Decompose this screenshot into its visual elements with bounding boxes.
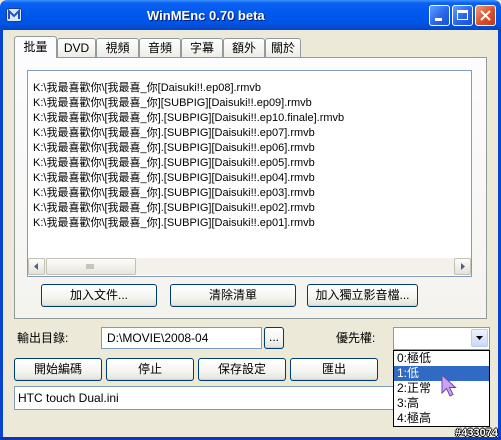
browse-button[interactable]: ...	[264, 327, 284, 349]
output-dir-input[interactable]: D:\MOVIE\2008-04	[101, 327, 262, 349]
clear-list-button[interactable]: 清除清單	[170, 284, 296, 307]
arrow-left-icon	[34, 263, 38, 270]
file-list-items: K:\我最喜歡你\[我最喜_你[Daisuki!!.ep08].rmvb K:\…	[33, 81, 344, 231]
tab-audio[interactable]: 音頻	[139, 38, 181, 58]
list-item[interactable]: K:\我最喜歡你\[我最喜_你].[SUBPIG][Daisuki!!.ep07…	[33, 126, 344, 141]
save-settings-button[interactable]: 保存設定	[198, 358, 286, 381]
list-item[interactable]: K:\我最喜歡你\[我最喜_你].[SUBPIG][Daisuki!!.ep01…	[33, 216, 344, 231]
scroll-right-button[interactable]	[454, 258, 471, 275]
add-standalone-file-button[interactable]: 加入獨立影音檔...	[307, 284, 418, 307]
priority-option[interactable]: 4:極高	[394, 411, 489, 426]
list-item[interactable]: K:\我最喜歡你\[我最喜_你[Daisuki!!.ep08].rmvb	[33, 81, 344, 96]
priority-select[interactable]	[393, 327, 490, 350]
horizontal-scrollbar[interactable]	[28, 258, 471, 275]
output-dir-label: 輸出目錄:	[17, 331, 69, 345]
close-button[interactable]	[475, 5, 496, 26]
tab-subtitle[interactable]: 字幕	[181, 38, 223, 58]
maximize-button[interactable]	[452, 5, 473, 26]
tab-about[interactable]: 關於	[265, 38, 301, 58]
add-files-button[interactable]: 加入文件...	[41, 284, 157, 307]
scroll-grip-icon	[86, 264, 94, 269]
priority-dropdown-button[interactable]	[471, 329, 488, 347]
app-icon[interactable]	[6, 7, 22, 23]
priority-option[interactable]: 3:高	[394, 396, 489, 411]
stop-button[interactable]: 停止	[106, 358, 194, 381]
tab-batch[interactable]: 批量	[14, 36, 57, 58]
export-button[interactable]: 匯出	[290, 358, 378, 381]
close-icon	[480, 10, 491, 21]
list-item[interactable]: K:\我最喜歡你\[我最喜_你].[SUBPIG][Daisuki!!.ep03…	[33, 186, 344, 201]
tab-dvd[interactable]: DVD	[57, 38, 96, 58]
tab-extra[interactable]: 額外	[223, 38, 265, 58]
maximize-icon	[457, 10, 468, 20]
priority-option[interactable]: 0:極低	[394, 351, 489, 366]
mouse-cursor-icon	[441, 374, 457, 397]
list-item[interactable]: K:\我最喜歡你\[我最喜_你][SUBPIG][Daisuki!!.ep09]…	[33, 96, 344, 111]
title-bar[interactable]: WinMEnc 0.70 beta	[0, 0, 501, 30]
list-item[interactable]: K:\我最喜歡你\[我最喜_你].[SUBPIG][Daisuki!!.ep05…	[33, 156, 344, 171]
minimize-icon	[435, 18, 442, 21]
list-item[interactable]: K:\我最喜歡你\[我最喜_你].[SUBPIG][Daisuki!!.ep06…	[33, 141, 344, 156]
minimize-button[interactable]	[429, 5, 450, 26]
watermark: #433074	[455, 427, 498, 439]
list-item[interactable]: K:\我最喜歡你\[我最喜_你].[SUBPIG][Daisuki!!.ep02…	[33, 201, 344, 216]
arrow-right-icon	[461, 263, 465, 270]
app-window: WinMEnc 0.70 beta 批量 DVD 視頻 音頻 字幕 額外 關於	[0, 0, 501, 440]
window-title: WinMEnc 0.70 beta	[147, 8, 265, 23]
chevron-down-icon	[476, 336, 483, 340]
scroll-thumb[interactable]	[46, 258, 136, 275]
file-list[interactable]: K:\我最喜歡你\[我最喜_你[Daisuki!!.ep08].rmvb K:\…	[27, 70, 472, 277]
start-encoding-button[interactable]: 開始編碼	[14, 358, 102, 381]
scroll-left-button[interactable]	[28, 258, 45, 275]
list-item[interactable]: K:\我最喜歡你\[我最喜_你].[SUBPIG][Daisuki!!.ep10…	[33, 111, 344, 126]
window-frame-left	[0, 30, 3, 440]
priority-label: 優先權:	[336, 331, 376, 345]
tab-video[interactable]: 視頻	[96, 38, 139, 58]
list-item[interactable]: K:\我最喜歡你\[我最喜_你].[SUBPIG][Daisuki!!.ep04…	[33, 171, 344, 186]
